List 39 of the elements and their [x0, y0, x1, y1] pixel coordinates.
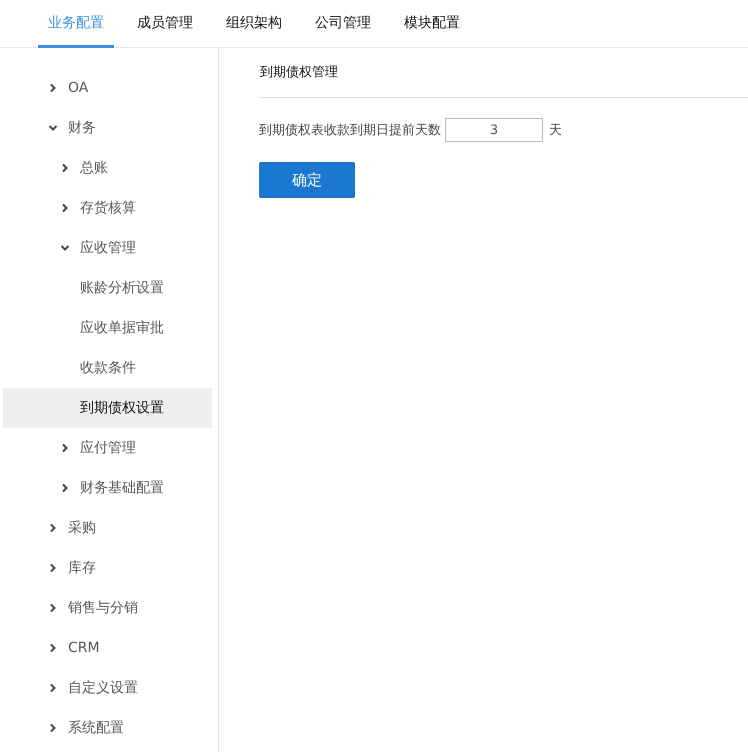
- sidebar-item[interactable]: 财务: [3, 108, 212, 148]
- nav-tab[interactable]: 组织架构: [216, 0, 292, 48]
- chevron-right-icon: [60, 483, 70, 493]
- chevron-right-icon: [48, 523, 58, 533]
- sidebar-item[interactable]: 系统配置: [3, 708, 212, 748]
- sidebar-item[interactable]: 到期债权设置: [3, 388, 212, 428]
- unit-label: 天: [549, 122, 562, 139]
- chevron-right-icon: [48, 683, 58, 693]
- chevron-right-icon: [60, 163, 70, 173]
- nav-tab[interactable]: 模块配置: [394, 0, 470, 48]
- nav-tab[interactable]: 成员管理: [127, 0, 203, 48]
- nav-tab[interactable]: 公司管理: [305, 0, 381, 48]
- sidebar-item[interactable]: 应收管理: [3, 228, 212, 268]
- sidebar-item[interactable]: 采购: [3, 508, 212, 548]
- chevron-right-icon: [60, 203, 70, 213]
- sidebar-item[interactable]: CRM: [3, 628, 212, 668]
- chevron-right-icon: [48, 563, 58, 573]
- chevron-right-icon: [48, 643, 58, 653]
- chevron-right-icon: [48, 603, 58, 613]
- sidebar-item[interactable]: 总账: [3, 148, 212, 188]
- sidebar-item[interactable]: 自定义设置: [3, 668, 212, 708]
- chevron-right-icon: [48, 83, 58, 93]
- chevron-right-icon: [60, 443, 70, 453]
- sidebar-item[interactable]: 应收单据审批: [3, 308, 212, 348]
- section-title: 到期债权管理: [259, 48, 748, 98]
- days-input-field[interactable]: 3: [445, 118, 543, 142]
- sidebar-item[interactable]: 财务基础配置: [3, 468, 212, 508]
- sidebar-item[interactable]: 应付管理: [3, 428, 212, 468]
- sidebar-item[interactable]: 收款条件: [3, 348, 212, 388]
- field-label: 到期债权表收款到期日提前天数: [259, 122, 441, 139]
- sidebar-item[interactable]: 库存: [3, 548, 212, 588]
- sidebar-item[interactable]: 存货核算: [3, 188, 212, 228]
- confirm-button[interactable]: 确定: [259, 162, 355, 198]
- sidebar-item[interactable]: 销售与分销: [3, 588, 212, 628]
- sidebar-item[interactable]: 账龄分析设置: [3, 268, 212, 308]
- chevron-down-icon: [60, 243, 70, 253]
- sidebar-item[interactable]: OA: [3, 68, 212, 108]
- chevron-down-icon: [48, 123, 58, 133]
- chevron-right-icon: [48, 723, 58, 733]
